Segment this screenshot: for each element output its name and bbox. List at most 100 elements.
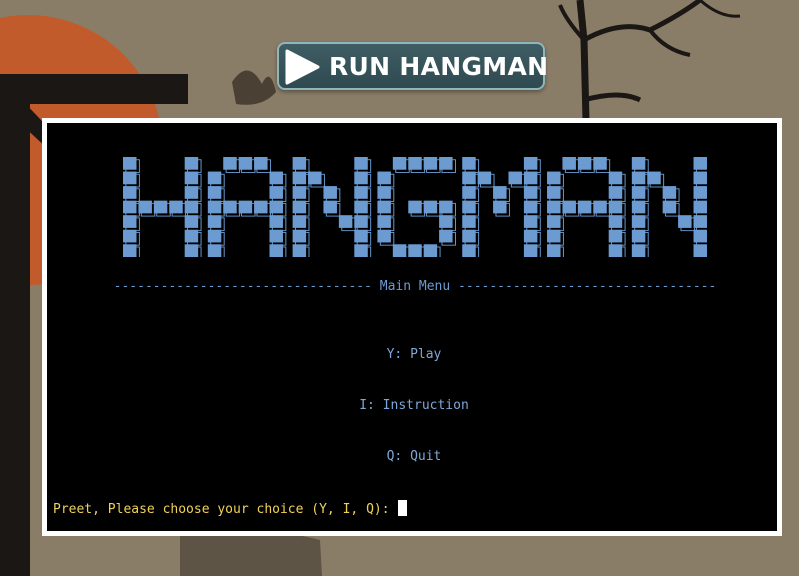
menu-item-instruction: I: Instruction [359, 398, 469, 413]
logo-block [269, 229, 283, 243]
logo-block [462, 157, 476, 170]
logo-block [608, 200, 623, 214]
logo-block [631, 186, 646, 199]
menu-title-rule: --------------------------------- Main M… [53, 279, 777, 294]
logo-block [354, 244, 368, 257]
logo-block [577, 157, 592, 170]
logo-block [608, 229, 623, 243]
logo-block [493, 200, 507, 214]
logo-block [184, 200, 199, 214]
logo-block [608, 171, 623, 185]
menu-item-quit: Q: Quit [386, 449, 442, 464]
logo-block [184, 157, 199, 170]
logo-block [377, 200, 391, 214]
logo-block [423, 244, 438, 257]
logo-block [354, 171, 368, 185]
logo-block [662, 186, 677, 199]
logo-block [123, 171, 137, 185]
logo-block [207, 244, 222, 257]
logo-block [423, 157, 438, 170]
logo-block [269, 171, 283, 185]
logo-block [392, 244, 407, 257]
logo-block [547, 171, 561, 185]
logo-block [423, 200, 438, 214]
logo-block [693, 229, 707, 243]
logo-block [354, 215, 368, 228]
logo-block [292, 215, 307, 228]
logo-block [523, 215, 538, 228]
logo-block [547, 200, 561, 214]
logo-block [631, 244, 646, 257]
logo-block [184, 215, 199, 228]
logo-block [123, 215, 137, 228]
logo-block [123, 244, 137, 257]
logo-block [223, 200, 237, 214]
logo-block [123, 229, 137, 243]
logo-block [439, 229, 453, 243]
logo-block [207, 229, 222, 243]
logo-block [439, 200, 453, 214]
logo-block [292, 157, 307, 170]
logo-block [593, 157, 607, 170]
logo-block [631, 200, 646, 214]
logo-block [377, 215, 391, 228]
logo-block [693, 157, 707, 170]
logo-block [207, 200, 222, 214]
terminal-screen[interactable]: --------------------------------- Main M… [47, 123, 777, 531]
logo-block [547, 229, 561, 243]
logo-block [662, 200, 677, 214]
logo-block [184, 229, 199, 243]
logo-block [123, 186, 137, 199]
run-hangman-button[interactable]: RUN HANGMAN [277, 42, 548, 90]
logo-block [323, 200, 337, 214]
logo-block [547, 244, 561, 257]
logo-block [631, 229, 646, 243]
logo-block [323, 186, 337, 199]
rule-right: --------------------------------- [458, 279, 717, 294]
logo-block [439, 215, 453, 228]
logo-block [354, 229, 368, 243]
logo-block [631, 215, 646, 228]
logo-block [377, 186, 391, 199]
logo-block [184, 244, 199, 257]
logo-block [269, 215, 283, 228]
menu-item-play: Y: Play [386, 347, 442, 362]
logo-block [392, 157, 407, 170]
logo-block [254, 157, 268, 170]
logo-block [207, 215, 222, 228]
input-prompt[interactable]: Preet, Please choose your choice (Y, I, … [53, 500, 407, 517]
logo-block [238, 157, 253, 170]
logo-block [207, 171, 222, 185]
logo-block [631, 171, 646, 185]
prompt-text: Preet, Please choose your choice (Y, I, … [53, 502, 390, 517]
logo-block [254, 200, 268, 214]
logo-block [678, 215, 692, 228]
logo-block [308, 171, 322, 185]
logo-block [508, 171, 522, 185]
logo-block [693, 200, 707, 214]
logo-block [223, 157, 237, 170]
logo-block [354, 186, 368, 199]
logo-block [477, 171, 492, 185]
logo-block [462, 171, 476, 185]
terminal-frame: --------------------------------- Main M… [42, 118, 782, 536]
logo-block [647, 171, 661, 185]
rule-left: --------------------------------- [113, 279, 372, 294]
logo-block [292, 171, 307, 185]
logo-block [269, 200, 283, 214]
hangman-logo [123, 157, 707, 257]
logo-block [593, 200, 607, 214]
logo-block [439, 157, 453, 170]
logo-block [207, 186, 222, 199]
logo-block [184, 171, 199, 185]
logo-block [608, 244, 623, 257]
logo-block [523, 186, 538, 199]
logo-block [138, 200, 152, 214]
logo-block [547, 186, 561, 199]
logo-block [493, 186, 507, 199]
logo-block [292, 200, 307, 214]
play-icon [285, 49, 320, 85]
logo-block [462, 186, 476, 199]
text-cursor [397, 500, 407, 516]
logo-block [693, 186, 707, 199]
